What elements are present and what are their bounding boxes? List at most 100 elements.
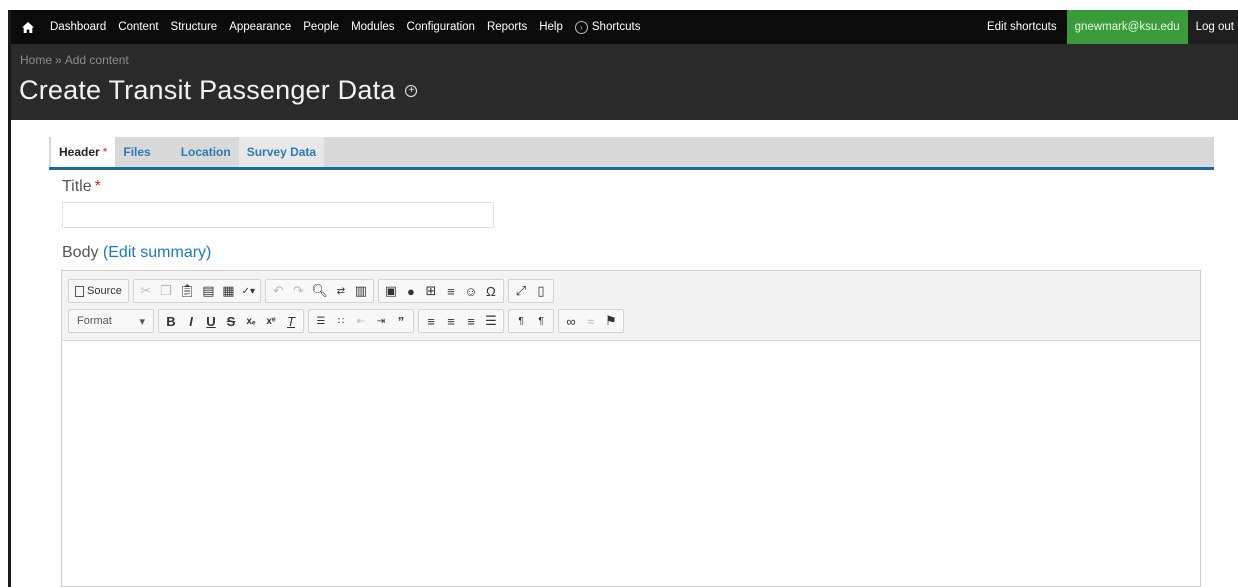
menu-configuration[interactable]: Configuration bbox=[401, 21, 481, 33]
align-center-icon[interactable]: ≡ bbox=[441, 310, 461, 332]
toolbar-group-links: ∞ ≈ ⚑ bbox=[558, 309, 624, 333]
show-blocks-icon[interactable]: ▯ bbox=[531, 280, 551, 302]
breadcrumb-current[interactable]: Add content bbox=[65, 53, 129, 67]
align-right-icon[interactable]: ≡ bbox=[461, 310, 481, 332]
format-dropdown[interactable]: Format ▾ bbox=[71, 310, 151, 332]
source-button[interactable]: Source bbox=[71, 280, 126, 302]
blockquote-icon[interactable]: ” bbox=[391, 310, 411, 332]
align-left-icon[interactable]: ≡ bbox=[421, 310, 441, 332]
outdent-icon[interactable]: ⇤ bbox=[351, 310, 371, 332]
menu-content[interactable]: Content bbox=[112, 21, 164, 33]
breadcrumb-home-link[interactable]: Home bbox=[20, 53, 52, 67]
bold-icon[interactable]: B bbox=[161, 310, 181, 332]
add-shortcut-icon[interactable]: + bbox=[405, 84, 418, 97]
cut-icon[interactable]: ✂ bbox=[136, 280, 156, 302]
menu-people[interactable]: People bbox=[297, 21, 345, 33]
source-icon bbox=[75, 285, 84, 297]
tab-survey-data[interactable]: Survey Data bbox=[238, 137, 325, 167]
admin-toolbar: Dashboard Content Structure Appearance P… bbox=[11, 10, 1238, 44]
editor-toolbar-row-1: Source ✂ ❐ 📋︎ ▤ ▦ ✓▾ ↶ ↷ 🔍︎ ⇄ ▥ ▣ ● ⊞ ≡ … bbox=[68, 279, 558, 303]
edit-shortcuts-link[interactable]: Edit shortcuts bbox=[977, 10, 1067, 44]
rtl-icon[interactable]: ¶ bbox=[531, 310, 551, 332]
title-field-label: Title * bbox=[62, 178, 101, 196]
user-account-link[interactable]: gnewmark@ksu.edu bbox=[1066, 10, 1188, 44]
tab-header[interactable]: Header * bbox=[51, 137, 116, 167]
menu-reports[interactable]: Reports bbox=[481, 21, 533, 33]
rich-text-editor: Source ✂ ❐ 📋︎ ▤ ▦ ✓▾ ↶ ↷ 🔍︎ ⇄ ▥ ▣ ● ⊞ ≡ … bbox=[61, 270, 1201, 587]
maximize-icon[interactable]: ⤢ bbox=[511, 280, 531, 302]
menu-help[interactable]: Help bbox=[533, 21, 569, 33]
toolbar-group-clipboard: ✂ ❐ 📋︎ ▤ ▦ ✓▾ bbox=[132, 279, 262, 303]
select-all-icon[interactable]: ▥ bbox=[351, 280, 371, 302]
toolbar-group-basicstyles: B I U S xₑ xᵉ T bbox=[158, 309, 304, 333]
toolbar-group-bidi: ¶ ¶ bbox=[508, 309, 554, 333]
numbered-list-icon[interactable]: ☰ bbox=[311, 310, 331, 332]
page-title: Create Transit Passenger Data bbox=[19, 75, 396, 105]
vertical-tabs-bar: Header * Files Location Survey Data bbox=[49, 137, 1214, 170]
smiley-icon[interactable]: ☺ bbox=[461, 280, 481, 302]
italic-icon[interactable]: I bbox=[181, 310, 201, 332]
spellcheck-icon[interactable]: ✓▾ bbox=[238, 280, 258, 302]
menu-structure[interactable]: Structure bbox=[165, 21, 224, 33]
special-char-icon[interactable]: Ω bbox=[481, 280, 501, 302]
strike-icon[interactable]: S bbox=[221, 310, 241, 332]
toolbar-group-insert: ▣ ● ⊞ ≡ ☺ Ω bbox=[377, 279, 504, 303]
body-label-text: Body bbox=[62, 244, 99, 261]
horizontal-rule-icon[interactable]: ≡ bbox=[441, 280, 461, 302]
justify-icon[interactable]: ☰ bbox=[481, 310, 501, 332]
toolbar-group-tools: ⤢ ▯ bbox=[507, 279, 554, 303]
paste-text-icon[interactable]: ▤ bbox=[198, 280, 218, 302]
toolbar-group-editing: ↶ ↷ 🔍︎ ⇄ ▥ bbox=[265, 279, 374, 303]
subscript-icon[interactable]: xₑ bbox=[241, 310, 261, 332]
bulleted-list-icon[interactable]: ∷ bbox=[331, 310, 351, 332]
undo-icon[interactable]: ↶ bbox=[268, 280, 288, 302]
superscript-icon[interactable]: xᵉ bbox=[261, 310, 281, 332]
anchor-icon[interactable]: ⚑ bbox=[601, 310, 621, 332]
shortcuts-label: Shortcuts bbox=[591, 21, 641, 33]
title-label-text: Title bbox=[62, 178, 92, 195]
menu-modules[interactable]: Modules bbox=[345, 21, 400, 33]
menu-dashboard[interactable]: Dashboard bbox=[44, 21, 112, 33]
replace-icon[interactable]: ⇄ bbox=[331, 280, 351, 302]
indent-icon[interactable]: ⇥ bbox=[371, 310, 391, 332]
copy-icon[interactable]: ❐ bbox=[156, 280, 176, 302]
paste-icon[interactable]: 📋︎ bbox=[176, 280, 199, 302]
edit-summary-link[interactable]: (Edit summary) bbox=[103, 244, 211, 261]
body-field-label: Body (Edit summary) bbox=[62, 244, 211, 262]
required-marker: * bbox=[102, 145, 108, 159]
toolbar-group-paragraph: ☰ ∷ ⇤ ⇥ ” bbox=[308, 309, 414, 333]
image-icon[interactable]: ▣ bbox=[381, 280, 401, 302]
tab-files[interactable]: Files bbox=[115, 137, 172, 167]
chevron-down-icon: ▾ bbox=[139, 315, 145, 328]
unlink-icon[interactable]: ≈ bbox=[581, 310, 601, 332]
underline-icon[interactable]: U bbox=[201, 310, 221, 332]
logout-link[interactable]: Log out bbox=[1187, 10, 1238, 44]
remove-format-icon[interactable]: T bbox=[281, 310, 301, 332]
link-icon[interactable]: ∞ bbox=[561, 310, 581, 332]
title-input[interactable] bbox=[62, 202, 494, 228]
tab-location[interactable]: Location bbox=[173, 137, 239, 167]
menu-appearance[interactable]: Appearance bbox=[223, 21, 297, 33]
breadcrumb-separator: » bbox=[55, 53, 62, 67]
paste-word-icon[interactable]: ▦ bbox=[218, 280, 238, 302]
format-label: Format bbox=[77, 315, 112, 327]
ltr-icon[interactable]: ¶ bbox=[511, 310, 531, 332]
flash-icon[interactable]: ● bbox=[401, 280, 421, 302]
toolbar-menu: Dashboard Content Structure Appearance P… bbox=[11, 10, 646, 44]
toolbar-group-align: ≡ ≡ ≡ ☰ bbox=[418, 309, 504, 333]
breadcrumb: Home» Add content bbox=[20, 53, 129, 67]
find-icon[interactable]: 🔍︎ bbox=[308, 280, 331, 302]
toolbar-group-styles: Format ▾ bbox=[68, 309, 154, 333]
editor-content-area[interactable] bbox=[62, 341, 1200, 586]
toolbar-group-document: Source bbox=[68, 279, 129, 303]
chevron-right-icon: › bbox=[574, 20, 588, 34]
page-header: Home» Add content Create Transit Passenge… bbox=[11, 44, 1238, 120]
redo-icon[interactable]: ↷ bbox=[288, 280, 308, 302]
editor-toolbar: Source ✂ ❐ 📋︎ ▤ ▦ ✓▾ ↶ ↷ 🔍︎ ⇄ ▥ ▣ ● ⊞ ≡ … bbox=[62, 271, 1200, 341]
table-icon[interactable]: ⊞ bbox=[421, 280, 441, 302]
shortcuts-toggle[interactable]: › Shortcuts bbox=[569, 20, 647, 34]
required-marker: * bbox=[94, 178, 101, 195]
home-icon[interactable] bbox=[18, 21, 38, 33]
tab-header-label: Header bbox=[59, 145, 100, 159]
page-title-wrap: Create Transit Passenger Data + bbox=[19, 75, 418, 106]
